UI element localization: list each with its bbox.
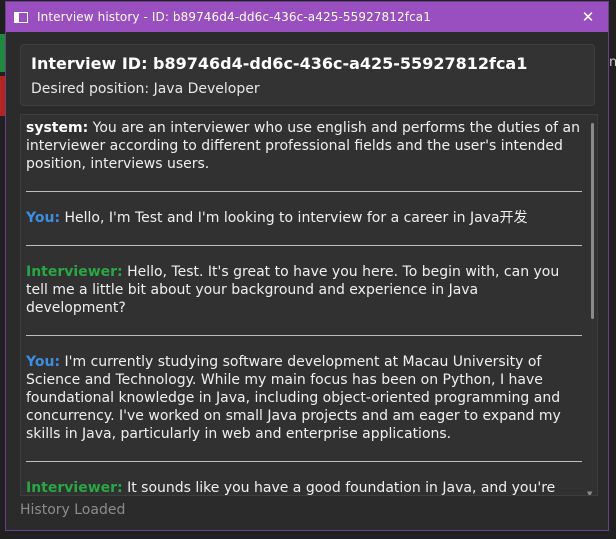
message-item: system: You are an interviewer who use e… (26, 119, 582, 173)
message-speaker: system: (26, 120, 89, 136)
message-item: You: Hello, I'm Test and I'm looking to … (26, 209, 582, 227)
message-divider (26, 191, 582, 192)
window-icon (14, 11, 28, 23)
chat-history-panel[interactable]: system: You are an interviewer who use e… (20, 114, 598, 496)
chat-messages: system: You are an interviewer who use e… (26, 119, 582, 496)
message-text: I'm currently studying software developm… (26, 354, 561, 442)
interview-history-window: Interview history - ID: b89746d4-dd6c-43… (5, 1, 609, 531)
close-icon: ✕ (581, 8, 595, 26)
message-divider (26, 245, 582, 246)
title-bar[interactable]: Interview history - ID: b89746d4-dd6c-43… (6, 2, 608, 32)
interview-info-card: Interview ID: b89746d4-dd6c-436c-a425-55… (20, 44, 595, 106)
message-speaker: Interviewer: (26, 480, 123, 496)
message-speaker: Interviewer: (26, 264, 123, 280)
window-title: Interview history - ID: b89746d4-dd6c-43… (37, 10, 431, 24)
scroll-down-arrow-icon[interactable]: ▼ (587, 490, 595, 495)
message-divider (26, 461, 582, 462)
message-divider (26, 335, 582, 336)
interview-id-label: Interview ID: b89746d4-dd6c-436c-a425-55… (31, 54, 528, 73)
chat-scrollbar-thumb[interactable] (591, 123, 594, 319)
message-speaker: You: (26, 210, 61, 226)
message-speaker: You: (26, 354, 61, 370)
message-item: Interviewer: It sounds like you have a g… (26, 479, 582, 496)
close-button[interactable]: ✕ (578, 7, 598, 27)
message-item: Interviewer: Hello, Test. It's great to … (26, 263, 582, 317)
background-edge-text: n (609, 55, 616, 70)
desired-position-label: Desired position: Java Developer (31, 81, 260, 97)
status-text: History Loaded (20, 502, 126, 518)
message-text: Hello, I'm Test and I'm looking to inter… (60, 210, 528, 226)
message-text: You are an interviewer who use english a… (26, 120, 580, 172)
message-item: You: I'm currently studying software dev… (26, 353, 582, 443)
